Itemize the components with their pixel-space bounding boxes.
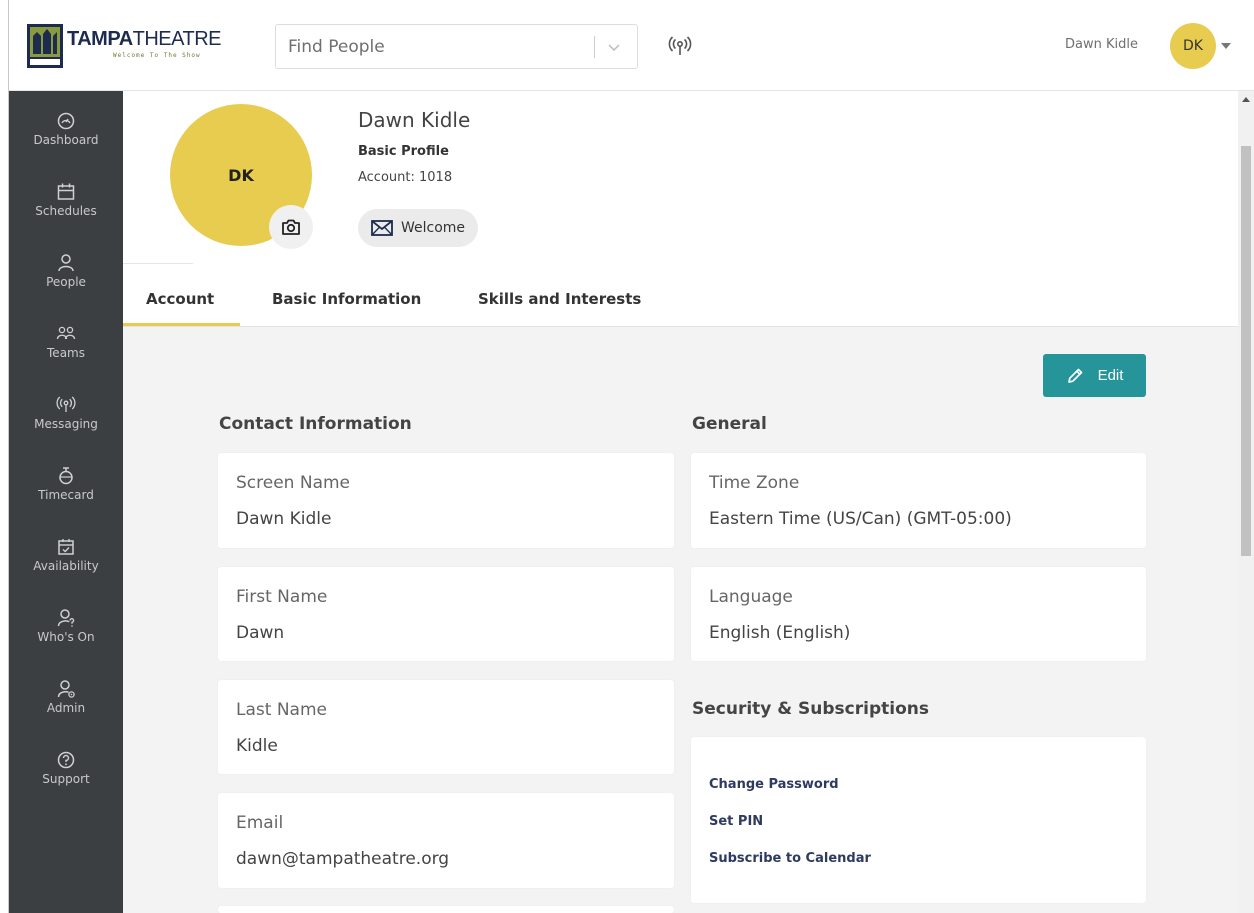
broadcast-icon[interactable] — [668, 35, 692, 57]
sidebar-item-people[interactable]: People — [9, 253, 123, 321]
email-card: Email dawn@tampatheatre.org — [218, 793, 674, 888]
pencil-icon — [1067, 368, 1082, 383]
first-name-value: Dawn — [236, 623, 285, 643]
time-zone-card: Time Zone Eastern Time (US/Can) (GMT-05:… — [691, 453, 1146, 548]
contact-information-heading: Contact Information — [219, 414, 412, 434]
general-heading: General — [692, 414, 767, 434]
header-user-avatar[interactable]: DK — [1170, 23, 1216, 69]
sidebar-nav: Dashboard Schedules People Teams Messagi… — [9, 91, 123, 913]
profile-type: Basic Profile — [358, 144, 449, 159]
search-separator — [594, 36, 595, 58]
tab-skills-and-interests[interactable]: Skills and Interests — [478, 290, 641, 308]
logo-wordmark: TAMPATHEATRE — [67, 28, 222, 50]
sidebar-item-label: People — [46, 275, 86, 289]
sidebar-item-timecard[interactable]: Timecard — [9, 466, 123, 534]
header-user-name[interactable]: Dawn Kidle — [1065, 37, 1138, 52]
security-subscriptions-heading: Security & Subscriptions — [692, 699, 929, 719]
profile-divider — [123, 263, 193, 264]
find-people-input[interactable] — [276, 25, 591, 68]
sidebar-item-label: Timecard — [38, 488, 94, 502]
tampa-theatre-logo[interactable]: TAMPATHEATRE Welcome To The Show — [27, 24, 237, 70]
sidebar-item-label: Messaging — [34, 417, 98, 431]
field-label: Email — [236, 813, 284, 833]
set-pin-link[interactable]: Set PIN — [709, 814, 763, 829]
active-tab-indicator — [123, 323, 240, 326]
sidebar-item-dashboard[interactable]: Dashboard — [9, 111, 123, 179]
person-gear-icon — [57, 680, 75, 698]
field-label: Screen Name — [236, 473, 351, 493]
window-left-edge — [0, 0, 9, 913]
broadcast-icon — [56, 396, 76, 412]
stopwatch-icon — [59, 467, 73, 485]
sidebar-item-label: Who's On — [37, 630, 95, 644]
first-name-card: First Name Dawn — [218, 567, 674, 661]
sidebar-item-label: Availability — [33, 559, 99, 573]
security-card: Change Password Set PIN Subscribe to Cal… — [691, 737, 1146, 903]
welcome-button-label: Welcome — [401, 220, 466, 236]
sidebar-item-label: Schedules — [35, 204, 97, 218]
welcome-email-button[interactable]: Welcome — [358, 209, 478, 247]
envelope-icon — [371, 220, 393, 236]
profile-header: DK Dawn Kidle Basic Profile Account: 101… — [123, 91, 1238, 327]
calendar-check-icon — [58, 539, 74, 555]
field-label: Time Zone — [709, 473, 800, 493]
sidebar-item-messaging[interactable]: Messaging — [9, 395, 123, 463]
last-name-value: Kidle — [236, 736, 278, 756]
language-card: Language English (English) — [691, 567, 1146, 661]
person-question-icon — [57, 609, 75, 627]
sidebar-item-label: Dashboard — [33, 133, 99, 147]
sidebar-item-support[interactable]: Support — [9, 750, 123, 818]
calendar-icon — [57, 183, 75, 200]
theatre-logo-icon — [27, 24, 63, 68]
sidebar-item-admin[interactable]: Admin — [9, 679, 123, 747]
last-name-card: Last Name Kidle — [218, 680, 674, 774]
scrollbar-thumb[interactable] — [1241, 146, 1251, 556]
logo-tagline: Welcome To The Show — [113, 52, 201, 59]
help-circle-icon — [57, 751, 75, 769]
sidebar-item-availability[interactable]: Availability — [9, 537, 123, 605]
page-scrollbar[interactable] — [1238, 91, 1254, 913]
edit-button[interactable]: Edit — [1043, 354, 1146, 397]
sidebar-item-teams[interactable]: Teams — [9, 324, 123, 392]
sidebar-item-schedules[interactable]: Schedules — [9, 182, 123, 250]
tab-account[interactable]: Account — [146, 290, 214, 308]
sidebar-item-label: Support — [42, 772, 90, 786]
teams-icon — [56, 326, 76, 340]
top-header: TAMPATHEATRE Welcome To The Show Dawn Ki… — [9, 8, 1254, 91]
field-label: Last Name — [236, 700, 327, 720]
sidebar-item-label: Admin — [46, 701, 86, 715]
window-top-edge — [0, 0, 1254, 8]
screen-name-card: Screen Name Dawn Kidle — [218, 453, 674, 548]
edit-button-label: Edit — [1097, 367, 1124, 384]
camera-icon — [282, 219, 300, 235]
change-password-link[interactable]: Change Password — [709, 777, 839, 792]
subscribe-to-calendar-link[interactable]: Subscribe to Calendar — [709, 851, 871, 866]
person-icon — [58, 254, 74, 272]
sidebar-item-whos-on[interactable]: Who's On — [9, 608, 123, 676]
change-photo-button[interactable] — [269, 205, 313, 249]
field-label: Language — [709, 587, 793, 607]
email-value: dawn@tampatheatre.org — [236, 849, 450, 869]
find-people-combobox[interactable] — [275, 24, 638, 69]
tab-basic-information[interactable]: Basic Information — [272, 290, 421, 308]
language-value: English (English) — [709, 623, 851, 643]
scroll-up-arrow-icon[interactable] — [1242, 97, 1250, 102]
user-menu-caret-icon[interactable] — [1221, 43, 1231, 49]
chevron-down-icon[interactable] — [606, 39, 622, 55]
dashboard-icon — [57, 112, 75, 130]
sidebar-item-label: Teams — [47, 346, 85, 360]
profile-name: Dawn Kidle — [358, 108, 471, 132]
screen-name-value: Dawn Kidle — [236, 509, 332, 529]
time-zone-value: Eastern Time (US/Can) (GMT-05:00) — [709, 509, 1012, 529]
next-field-card — [218, 906, 674, 913]
field-label: First Name — [236, 587, 328, 607]
profile-account-number: Account: 1018 — [358, 170, 453, 185]
